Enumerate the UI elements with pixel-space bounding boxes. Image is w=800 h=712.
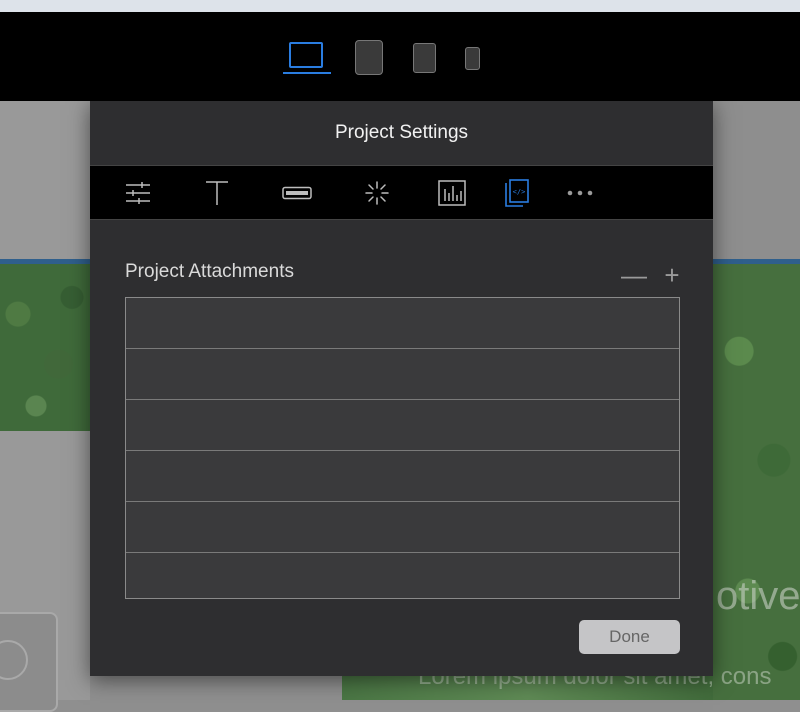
dialog-title: Project Settings <box>334 122 469 143</box>
project-settings-dialog: Project Settings </> Project Attachments… <box>90 101 713 676</box>
more-icon <box>567 190 593 195</box>
tab-spinner[interactable] <box>357 166 397 219</box>
chart-icon <box>438 179 466 206</box>
tab-more[interactable] <box>560 166 600 219</box>
tab-text[interactable] <box>197 166 237 219</box>
done-button[interactable]: Done <box>579 620 680 654</box>
device-preview-toolbar <box>0 12 800 101</box>
list-item[interactable] <box>126 349 679 400</box>
svg-text:</>: </> <box>513 188 526 196</box>
tab-sliders[interactable] <box>118 166 158 219</box>
list-item[interactable] <box>126 553 679 598</box>
text-icon <box>206 180 228 205</box>
list-item[interactable] <box>126 298 679 349</box>
phone-icon[interactable] <box>465 47 480 70</box>
tab-code-attachments[interactable]: </> <box>497 166 537 219</box>
tab-button[interactable] <box>277 166 317 219</box>
list-item[interactable] <box>126 502 679 553</box>
tab-chart[interactable] <box>432 166 472 219</box>
add-attachment-button[interactable]: + <box>660 262 684 288</box>
code-file-icon: </> <box>505 178 529 207</box>
settings-tab-bar: </> <box>90 165 713 220</box>
tablet-icon[interactable] <box>413 43 436 73</box>
window-top-strip <box>0 0 800 12</box>
button-icon <box>282 186 312 199</box>
background-image-right <box>713 264 800 700</box>
tablet-landscape-icon[interactable] <box>355 40 383 75</box>
attachments-list <box>125 297 680 599</box>
list-item[interactable] <box>126 451 679 502</box>
background-image-left <box>0 264 90 431</box>
section-title: Project Attachments <box>125 261 294 282</box>
spinner-icon <box>365 180 389 205</box>
sliders-icon <box>126 181 150 204</box>
background-headline: otive <box>716 574 800 618</box>
laptop-icon[interactable] <box>283 42 331 76</box>
remove-attachment-button[interactable]: — <box>621 262 647 288</box>
list-item[interactable] <box>126 400 679 451</box>
